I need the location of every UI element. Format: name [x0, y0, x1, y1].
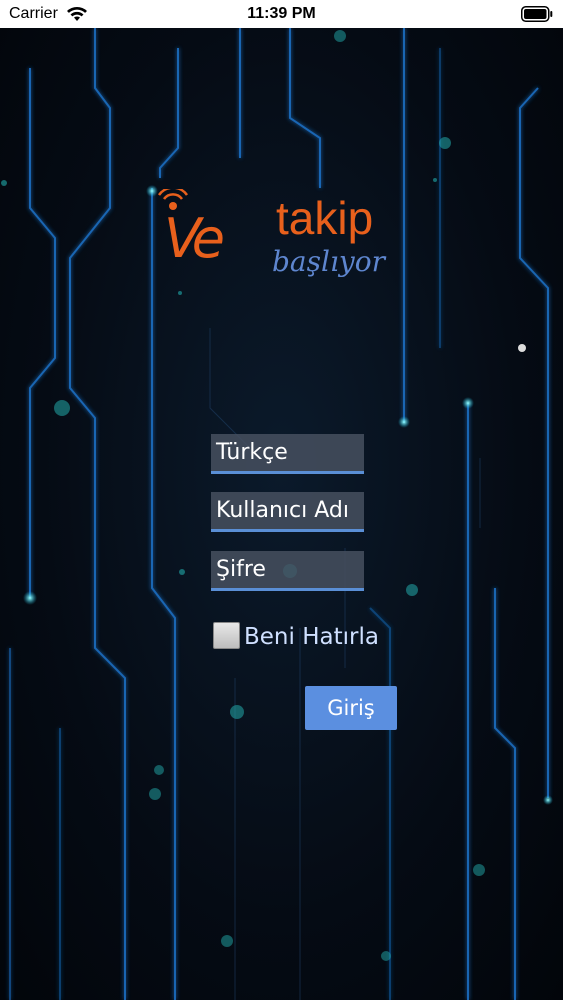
language-select[interactable]: Türkçe: [211, 434, 364, 474]
language-value: Türkçe: [216, 440, 288, 465]
remember-me-label[interactable]: Beni Hatırla: [244, 624, 379, 650]
username-field-container: [211, 492, 364, 532]
login-screen: Carrier 11:39 PM Ve takip başlıyor Türkç…: [0, 0, 563, 1000]
logo-word: takip: [276, 192, 374, 244]
status-time: 11:39 PM: [247, 5, 316, 22]
vetakip-logo: Ve takip başlıyor: [150, 185, 420, 295]
battery-icon: [521, 6, 553, 27]
remember-me-checkbox[interactable]: [213, 622, 240, 649]
username-field[interactable]: [216, 492, 364, 529]
password-field-container: [211, 551, 364, 591]
logo-mark: Ve: [164, 207, 225, 270]
status-bar: Carrier 11:39 PM: [0, 0, 563, 28]
logo-tagline: başlıyor: [272, 245, 385, 278]
password-field[interactable]: [216, 551, 364, 588]
login-button[interactable]: Giriş: [305, 686, 397, 730]
